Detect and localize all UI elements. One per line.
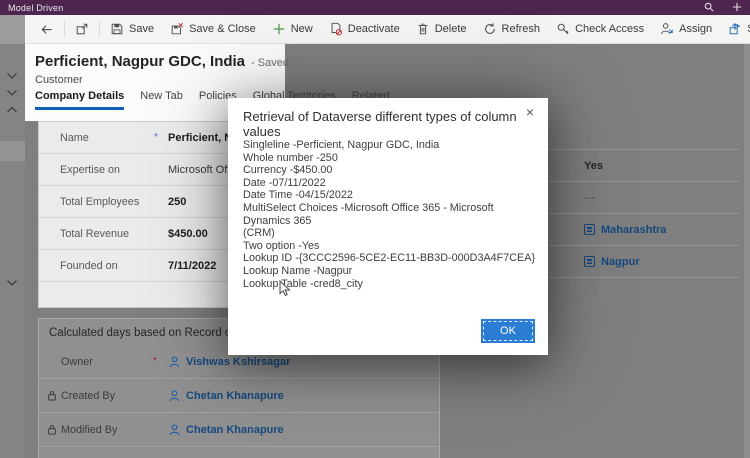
sidebar-selected-item[interactable] — [0, 141, 25, 161]
deactivate-icon — [329, 22, 343, 36]
add-icon[interactable] — [732, 2, 742, 12]
deactivate-button[interactable]: Deactivate — [321, 15, 408, 43]
divider — [64, 21, 65, 37]
tab-company-details[interactable]: Company Details — [35, 90, 124, 110]
owner-link[interactable]: Vishwas Kshirsagar — [169, 356, 290, 368]
save-button[interactable]: Save — [102, 15, 162, 43]
save-icon — [110, 22, 124, 36]
back-button[interactable] — [31, 15, 62, 43]
right-column-fields: Yes --- Maharashtra Nagpu — [548, 149, 740, 278]
field-value[interactable]: $450.00 — [168, 228, 208, 240]
delete-button[interactable]: Delete — [408, 15, 475, 43]
person-icon — [169, 356, 180, 368]
delete-label: Delete — [435, 23, 467, 35]
refresh-label: Refresh — [502, 23, 541, 35]
created-by-name: Chetan Khanapure — [186, 390, 284, 402]
assign-label: Assign — [679, 23, 712, 35]
chevron-up-icon[interactable] — [6, 106, 18, 114]
field-label: Owner — [61, 356, 153, 368]
field-row-modified-by[interactable]: Modified By Chetan Khanapure — [39, 413, 439, 447]
field-value[interactable]: 250 — [168, 196, 186, 208]
close-icon[interactable]: × — [522, 104, 538, 120]
record-name: Perficient, Nagpur GDC, India — [35, 53, 245, 70]
dialog-body-text: Singleline -Perficient, Nagpur GDC, Indi… — [243, 139, 537, 290]
owner-name: Vishwas Kshirsagar — [186, 356, 290, 368]
popout-icon — [75, 22, 89, 36]
dataverse-values-dialog: Retrieval of Dataverse different types o… — [228, 98, 548, 355]
record-icon — [584, 224, 595, 235]
chevron-down-icon[interactable] — [6, 72, 18, 80]
new-label: New — [291, 23, 313, 35]
refresh-icon — [483, 22, 497, 36]
created-by-link[interactable]: Chetan Khanapure — [169, 390, 284, 402]
lookup-value: Maharashtra — [601, 224, 666, 236]
save-and-close-button[interactable]: Save & Close — [162, 15, 264, 43]
collapsed-sidebar — [0, 15, 25, 458]
field-label: Modified By — [61, 424, 153, 436]
field-value: --- — [584, 192, 595, 204]
chevron-down-icon[interactable] — [6, 279, 18, 287]
field-label: Total Employees — [60, 196, 154, 208]
field-label: Expertise on — [60, 164, 154, 176]
lock-icon-wrap — [47, 424, 61, 435]
save-status: - Saved — [251, 57, 289, 69]
field-label: Name — [60, 132, 154, 144]
new-button[interactable]: New — [264, 15, 321, 43]
deactivate-label: Deactivate — [348, 23, 400, 35]
lock-icon — [47, 390, 57, 401]
assign-button[interactable]: Assign — [652, 15, 720, 43]
person-icon — [169, 424, 180, 436]
field-value[interactable]: 7/11/2022 — [168, 260, 216, 272]
lookup-link[interactable]: Maharashtra — [584, 224, 666, 236]
field-value: Yes — [584, 160, 603, 172]
scrollbar[interactable] — [744, 44, 750, 458]
modified-by-name: Chetan Khanapure — [186, 424, 284, 436]
field-row-state-lookup[interactable]: Maharashtra — [548, 214, 740, 246]
lock-icon-wrap — [47, 390, 61, 401]
check-access-key-icon — [556, 22, 570, 36]
dialog-title: Retrieval of Dataverse different types o… — [243, 109, 523, 139]
required-asterisk: * — [154, 132, 168, 143]
ok-button[interactable]: OK — [483, 321, 533, 341]
share-button[interactable]: Share — [720, 15, 750, 43]
back-arrow-icon — [39, 22, 54, 37]
field-row-empty[interactable]: --- — [548, 182, 740, 214]
field-row-created-by[interactable]: Created By Chetan Khanapure — [39, 379, 439, 413]
mouse-cursor — [279, 280, 291, 297]
new-plus-icon — [272, 22, 286, 36]
entity-type-label: Customer — [35, 74, 83, 86]
field-row-two-option[interactable]: Yes — [548, 150, 740, 182]
save-and-close-label: Save & Close — [189, 23, 256, 35]
top-app-bar: Model Driven — [0, 0, 750, 15]
command-bar: Save Save & Close New Deactivate — [25, 15, 750, 44]
delete-trash-icon — [416, 22, 430, 36]
page-title: Perficient, Nagpur GDC, India - Saved — [35, 53, 289, 70]
lookup-value: Nagpur — [601, 256, 640, 268]
chevron-down-icon[interactable] — [6, 89, 18, 97]
field-row-city-lookup[interactable]: Nagpur — [548, 246, 740, 278]
record-icon — [584, 256, 595, 267]
required-asterisk: * — [153, 356, 169, 367]
field-label: Founded on — [60, 260, 154, 272]
save-and-close-icon — [170, 22, 184, 36]
modified-by-link[interactable]: Chetan Khanapure — [169, 424, 284, 436]
lock-icon — [47, 424, 57, 435]
divider — [99, 21, 100, 37]
check-access-button[interactable]: Check Access — [548, 15, 652, 43]
search-icon[interactable] — [704, 2, 714, 12]
popout-button[interactable] — [67, 15, 97, 43]
lookup-link[interactable]: Nagpur — [584, 256, 640, 268]
save-label: Save — [129, 23, 154, 35]
app-title: Model Driven — [8, 3, 63, 13]
check-access-label: Check Access — [575, 23, 644, 35]
person-icon — [169, 390, 180, 402]
assign-person-icon — [660, 22, 674, 36]
tab-new-tab[interactable]: New Tab — [140, 90, 183, 110]
share-icon — [728, 22, 742, 36]
refresh-button[interactable]: Refresh — [475, 15, 549, 43]
field-label: Created By — [61, 390, 153, 402]
field-label: Total Revenue — [60, 228, 154, 240]
app-window: Model Driven — [0, 0, 750, 458]
